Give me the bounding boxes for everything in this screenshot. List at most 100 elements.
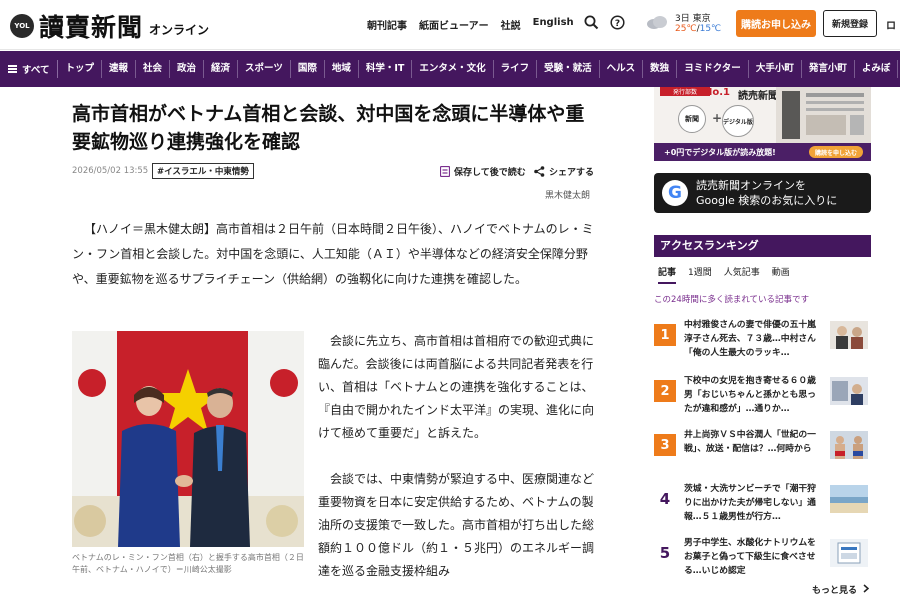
nav-item-science[interactable]: 科学・IT bbox=[359, 60, 413, 78]
nav-item-economy[interactable]: 経済 bbox=[204, 60, 239, 78]
cloud-icon bbox=[645, 13, 669, 31]
rank-number: 5 bbox=[659, 544, 671, 562]
rank-text: 中村雅俊さんの妻で俳優の五十嵐淳子さん死去、７３歳…中村さん「俺の人生最大のラッ… bbox=[684, 320, 816, 358]
nav-item-international[interactable]: 国際 bbox=[291, 60, 325, 78]
help-icon[interactable]: ? bbox=[609, 14, 625, 30]
nav-item-society[interactable]: 社会 bbox=[136, 60, 171, 78]
header-nav-editorial[interactable]: 社説 bbox=[501, 17, 521, 32]
google-banner-text: 読売新聞オンラインを Google 検索のお気に入りに bbox=[696, 178, 837, 208]
site-logo[interactable]: YOL 讀賣新聞 オンライン bbox=[10, 8, 209, 44]
google-banner-line1: 読売新聞オンラインを bbox=[696, 179, 806, 192]
ranking-note: この24時間に多く読まれている記事です bbox=[654, 295, 810, 305]
ranking-tabs: 記事 1週間 人気記事 動画 bbox=[658, 265, 802, 284]
rank-thumbnail bbox=[830, 485, 868, 513]
search-icon[interactable] bbox=[583, 14, 599, 30]
login-link[interactable]: ロ bbox=[886, 17, 896, 32]
more-link[interactable]: もっと見る bbox=[812, 583, 870, 596]
logo-title: 讀賣新聞 bbox=[39, 13, 144, 42]
weather-city: 3日 東京 bbox=[675, 14, 711, 24]
ranking-item[interactable]: 3 井上尚弥ＶＳ中谷潤人「世紀の一戦」、放送・配信は？…何時から bbox=[654, 428, 871, 470]
nav-item-yomidr[interactable]: ヨミドクター bbox=[677, 60, 749, 78]
logo-subtitle: オンライン bbox=[149, 22, 210, 37]
nav-item-hatsugen[interactable]: 発言小町 bbox=[802, 60, 855, 78]
ad-no1: No.1 bbox=[704, 87, 730, 98]
rank-number: 2 bbox=[654, 380, 676, 402]
save-later-button[interactable]: 保存して後で読む bbox=[440, 165, 526, 178]
nav-item-politics[interactable]: 政治 bbox=[170, 60, 205, 78]
rank-text: 男子中学生、水酸化ナトリウムをお菓子と偽って下級生に食べさせる…いじめ認定 bbox=[684, 538, 816, 576]
rank-thumbnail bbox=[830, 539, 868, 567]
header-nav-morning[interactable]: 朝刊記事 bbox=[367, 17, 407, 32]
weather-widget[interactable]: 3日 東京 25℃/15℃ bbox=[645, 9, 725, 39]
nav-item-region[interactable]: 地域 bbox=[325, 60, 359, 78]
category-nav: すべて トップ 速報 社会 政治 経済 スポーツ 国際 地域 科学・IT エンタ… bbox=[0, 51, 900, 87]
nav-item-yomibo[interactable]: よみぼ bbox=[855, 60, 899, 78]
nav-all-label: すべて bbox=[22, 65, 50, 76]
newspaper-thumb bbox=[776, 87, 871, 143]
rank-number: 1 bbox=[654, 324, 676, 346]
nav-item-breaking[interactable]: 速報 bbox=[102, 60, 136, 78]
weather-high: 25℃ bbox=[675, 24, 697, 34]
more-label: もっと見る bbox=[812, 586, 858, 596]
ranking-tab-popular[interactable]: 人気記事 bbox=[724, 265, 760, 284]
ad-circle-digital-label: デジタル版 bbox=[723, 118, 753, 126]
google-favorite-banner[interactable]: G 読売新聞オンラインを Google 検索のお気に入りに bbox=[654, 173, 871, 213]
article-headline: 高市首相がベトナム首相と会談、対中国を念頭に半導体や重要鉱物巡り連携強化を確認 bbox=[72, 103, 585, 153]
ad-top-badge: 発行部数 bbox=[660, 87, 710, 96]
article-paragraph: 会談では、中東情勢が緊迫する中、医療関連など重要物資を日本に安定供給するため、ベ… bbox=[318, 472, 595, 578]
site-header: YOL 讀賣新聞 オンライン 朝刊記事 紙面ビューアー 社説 English ?… bbox=[0, 0, 900, 50]
share-button[interactable]: シェアする bbox=[534, 165, 594, 178]
photo-caption: ベトナムのレ・ミン・フン首相（右）と握手する高市首相（２日午前、ベトナム・ハノイ… bbox=[72, 553, 304, 574]
share-icon bbox=[534, 166, 545, 177]
ranking-item[interactable]: 2 下校中の女児を抱き寄せる６０歳男「おじいちゃんと孫かとも思ったが違和感が」…… bbox=[654, 374, 871, 416]
header-nav: 朝刊記事 紙面ビューアー 社説 English bbox=[367, 17, 586, 32]
google-banner-line2: Google 検索のお気に入りに bbox=[696, 194, 838, 207]
yol-badge: YOL bbox=[10, 14, 34, 38]
weather-temp: 25℃/15℃ bbox=[675, 24, 722, 34]
share-label: シェアする bbox=[549, 168, 595, 178]
article-photo[interactable] bbox=[72, 331, 304, 547]
menu-icon bbox=[8, 65, 17, 73]
nav-item-life[interactable]: ライフ bbox=[494, 60, 538, 78]
subscribe-button[interactable]: 購読お申し込み bbox=[736, 10, 816, 37]
article-tag[interactable]: #イスラエル・中東情勢 bbox=[152, 163, 254, 179]
ranking-item[interactable]: 5 男子中学生、水酸化ナトリウムをお菓子と偽って下級生に食べさせる…いじめ認定 bbox=[654, 536, 871, 578]
article-paragraph: 会談に先立ち、高市首相は首相府での歓迎式典に臨んだ。会談後には両首脳による共同記… bbox=[318, 334, 595, 440]
nav-item-komachi[interactable]: 大手小町 bbox=[749, 60, 802, 78]
ad-strip-text: +0円でデジタル版が読み放題! bbox=[664, 147, 776, 157]
header-nav-viewer[interactable]: 紙面ビューアー bbox=[419, 17, 489, 32]
weather-low: 15℃ bbox=[699, 24, 722, 34]
ranking-item[interactable]: 1 中村雅俊さんの妻で俳優の五十嵐淳子さん死去、７３歳…中村さん「俺の人生最大の… bbox=[654, 318, 871, 360]
ranking-tab-video[interactable]: 動画 bbox=[772, 265, 790, 284]
nav-item-sports[interactable]: スポーツ bbox=[238, 60, 291, 78]
nav-item-sudoku[interactable]: 数独 bbox=[643, 60, 678, 78]
ranking-item[interactable]: 4 茨城・大洗サンビーチで「潮干狩りに出かけた夫が帰宅しない」通報…５１歳男性が… bbox=[654, 482, 871, 524]
ad-apply-button[interactable]: 購読を申し込む bbox=[808, 146, 863, 158]
rank-thumbnail bbox=[830, 321, 868, 349]
ad-brand: 読売新聞 bbox=[738, 91, 778, 102]
nav-item-health[interactable]: ヘルス bbox=[600, 60, 644, 78]
rank-text: 茨城・大洗サンビーチで「潮干狩りに出かけた夫が帰宅しない」通報…５１歳男性が行方… bbox=[684, 484, 816, 522]
nav-all-button[interactable]: すべて bbox=[0, 60, 59, 78]
ad-circle-paper-label: 新聞 bbox=[685, 115, 699, 123]
article-lead: 【ハノイ＝黒木健太朗】高市首相は２日午前（日本時間２日午後）、ハノイでベトナムの… bbox=[72, 222, 594, 286]
nav-item-exam[interactable]: 受験・就活 bbox=[537, 60, 600, 78]
ad-circle-digital: デジタル版 bbox=[722, 105, 754, 137]
nav-item-entertainment[interactable]: エンタメ・文化 bbox=[412, 60, 494, 78]
article-date: 2026/05/02 13:55 bbox=[72, 166, 149, 176]
nav-item-top[interactable]: トップ bbox=[58, 60, 102, 78]
register-button[interactable]: 新規登録 bbox=[823, 10, 877, 37]
svg-text:?: ? bbox=[614, 19, 619, 29]
ad-circle-paper: 新聞 bbox=[678, 105, 706, 133]
ad-strip[interactable]: +0円でデジタル版が読み放題! 購読を申し込む bbox=[654, 143, 871, 161]
ranking-tab-articles[interactable]: 記事 bbox=[658, 265, 677, 284]
plus-icon: + bbox=[712, 111, 723, 125]
bookmark-icon bbox=[440, 166, 450, 177]
header-nav-english[interactable]: English bbox=[533, 17, 574, 32]
article-body: 会談に先立ち、高市首相は首相府での歓迎式典に臨んだ。会談後には両首脳による共同記… bbox=[318, 330, 602, 600]
rank-text: 下校中の女児を抱き寄せる６０歳男「おじいちゃんと孫かとも思ったが違和感が」…通り… bbox=[684, 376, 816, 414]
ranking-tab-week[interactable]: 1週間 bbox=[688, 265, 712, 284]
rank-text: 井上尚弥ＶＳ中谷潤人「世紀の一戦」、放送・配信は？…何時から bbox=[684, 430, 816, 454]
chevron-right-icon bbox=[863, 584, 870, 593]
rank-thumbnail bbox=[830, 431, 868, 459]
